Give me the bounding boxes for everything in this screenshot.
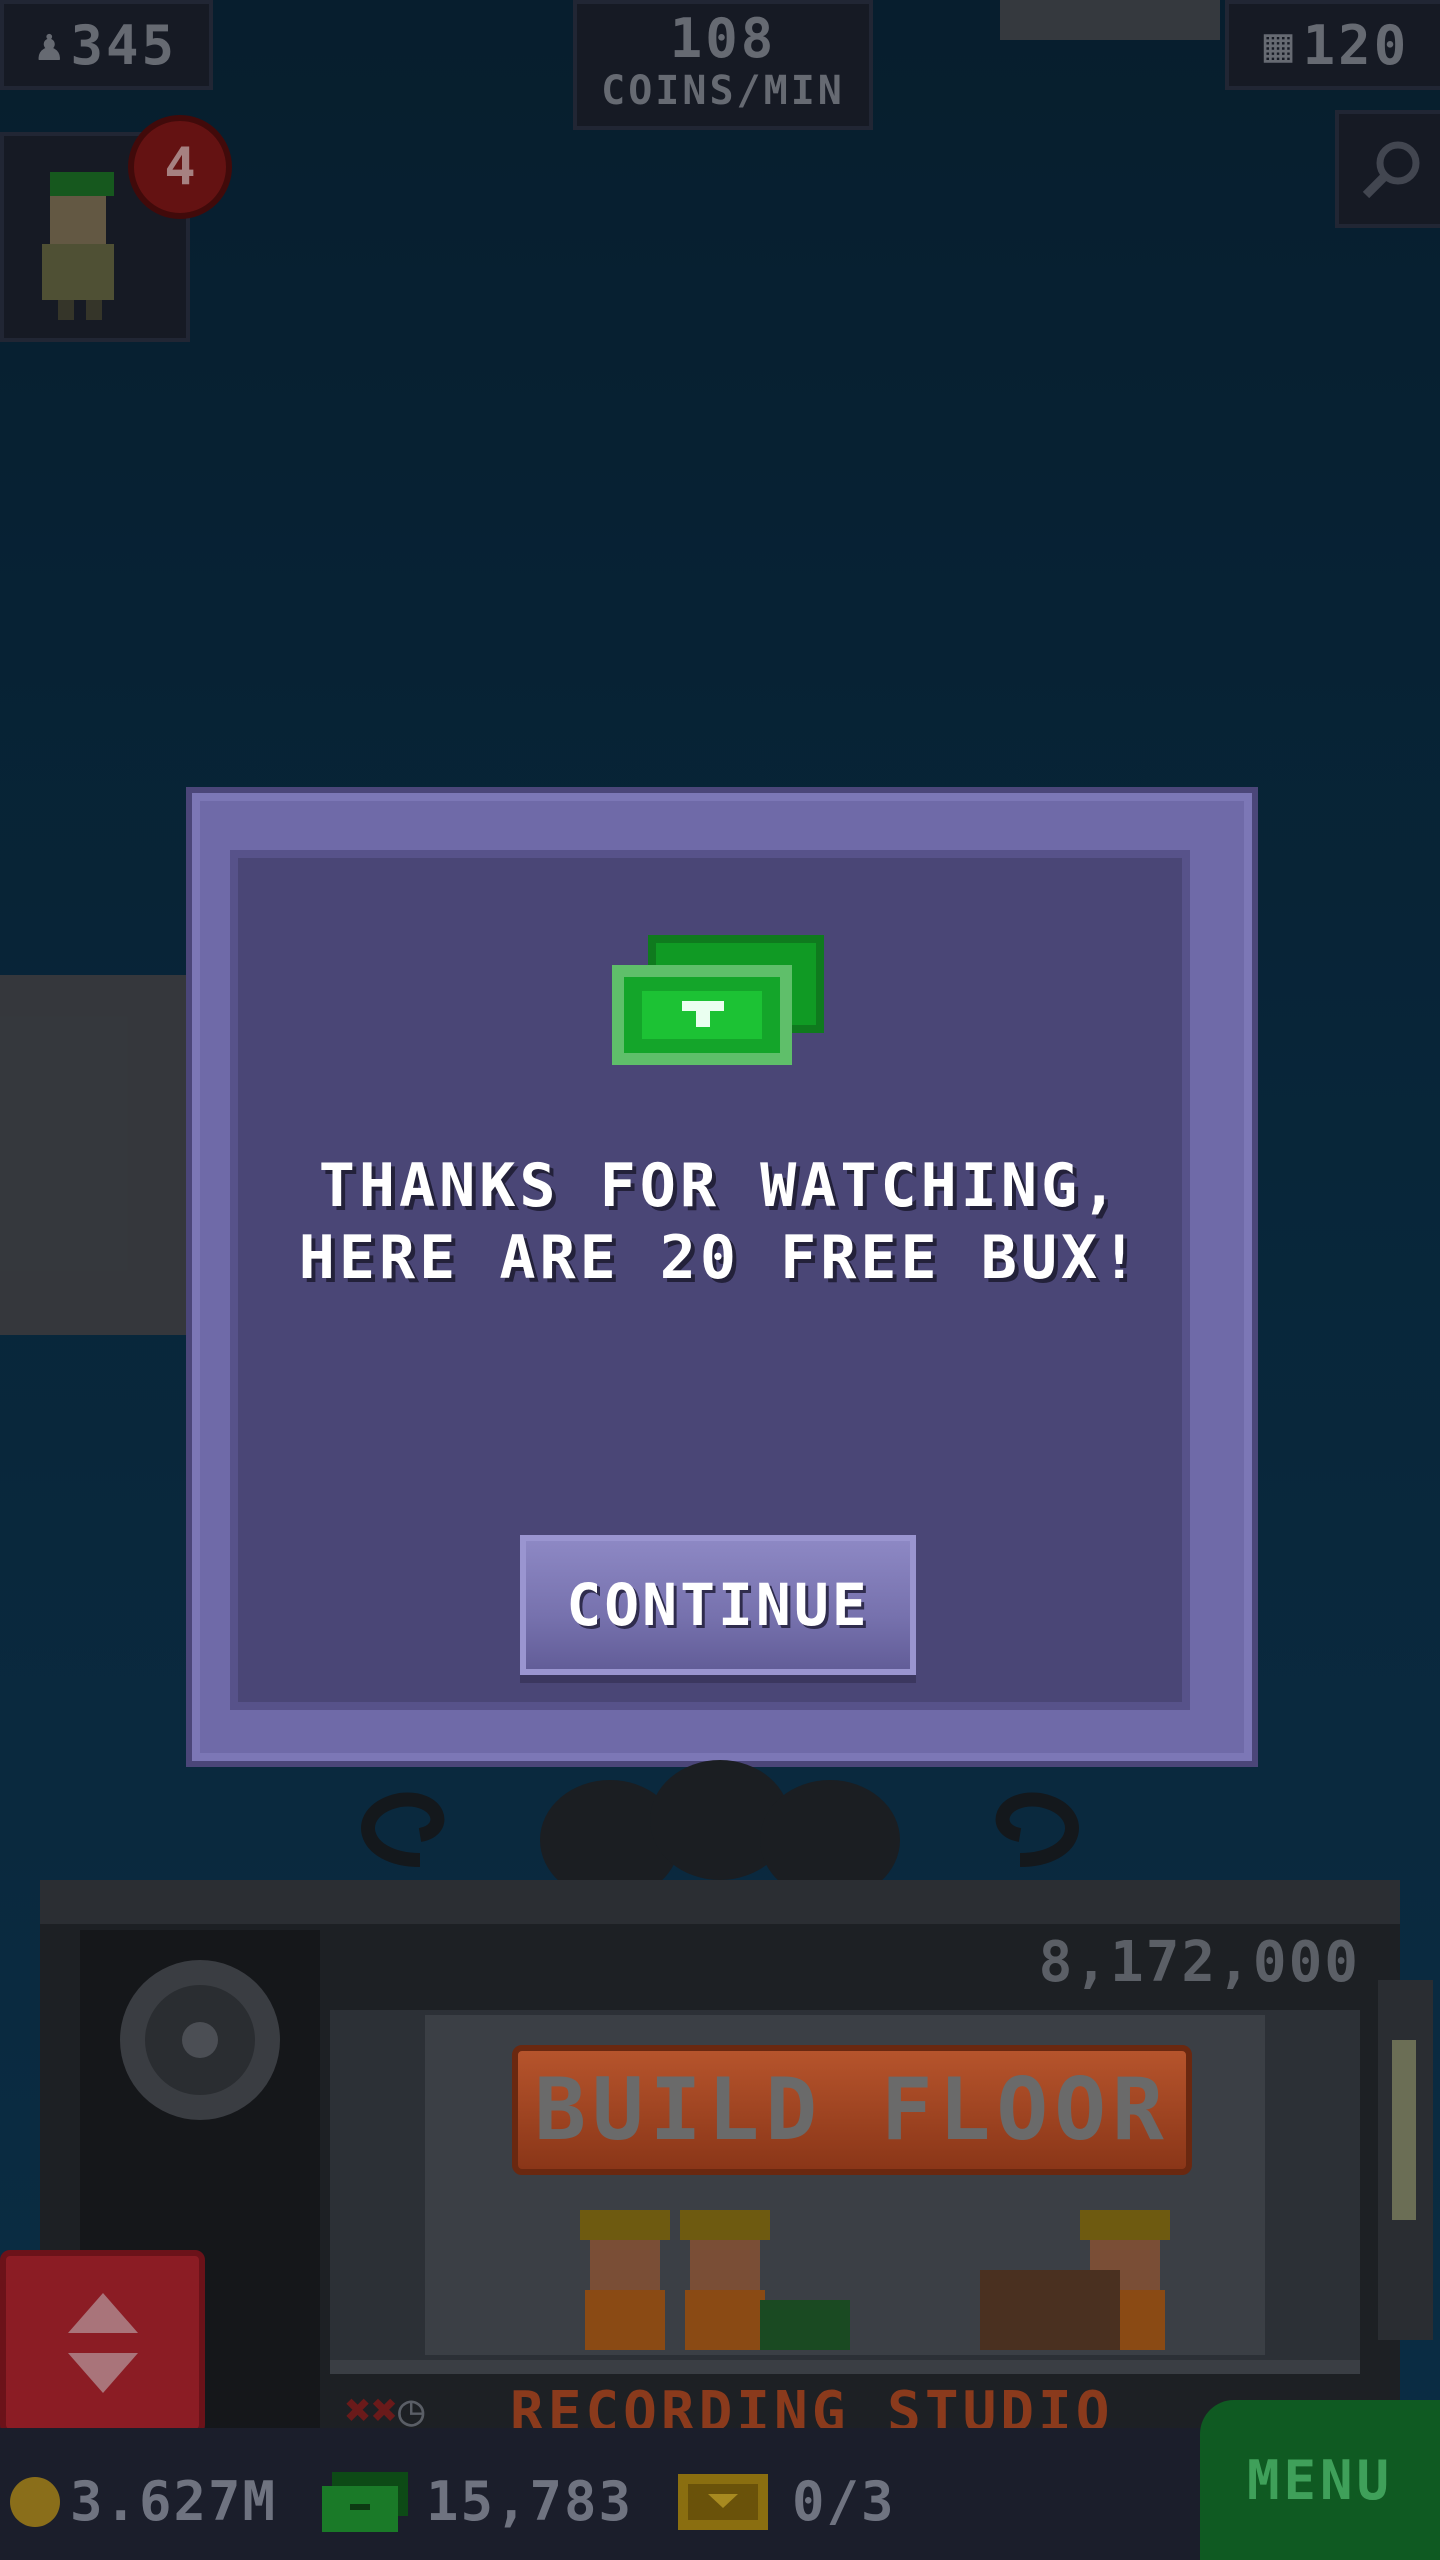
bux-value: 15,783 (426, 2470, 634, 2533)
bux-icon (322, 2471, 408, 2532)
menu-button[interactable]: MENU (1200, 2400, 1440, 2560)
tickets-display: 0/3 (678, 2470, 896, 2533)
construction-workers (580, 2210, 1170, 2350)
tower-roof-ornament (361, 1760, 1079, 1880)
build-floor-cost: 8,172,000 (1038, 1930, 1360, 1995)
continue-button[interactable]: CONTINUE (520, 1535, 916, 1675)
coins-display: 3.627M (10, 2470, 277, 2533)
bux-display: 15,783 (322, 2470, 633, 2533)
build-floor-button[interactable]: BUILD FLOOR (512, 2045, 1192, 2175)
reward-message: THANKS FOR WATCHING, HERE ARE 20 FREE BU… (230, 1150, 1210, 1294)
scroll-slider[interactable] (1378, 1980, 1433, 2340)
tickets-value: 0/3 (792, 2470, 896, 2533)
tower-roof (40, 1880, 1400, 1924)
coins-value: 3.627M (70, 2470, 278, 2533)
up-down-arrows-icon (67, 2292, 138, 2393)
scroll-slider-thumb[interactable] (1392, 2040, 1416, 2220)
reward-message-line2: HERE ARE 20 FREE BUX! (298, 1223, 1142, 1293)
coin-icon (10, 2476, 60, 2527)
elevator-motor (120, 1960, 280, 2120)
elevator-button[interactable] (0, 2250, 205, 2435)
bux-icon (612, 935, 824, 1065)
reward-message-line1: THANKS FOR WATCHING, (318, 1151, 1122, 1221)
floor-ledge (330, 2360, 1360, 2374)
ticket-icon (678, 2473, 768, 2530)
